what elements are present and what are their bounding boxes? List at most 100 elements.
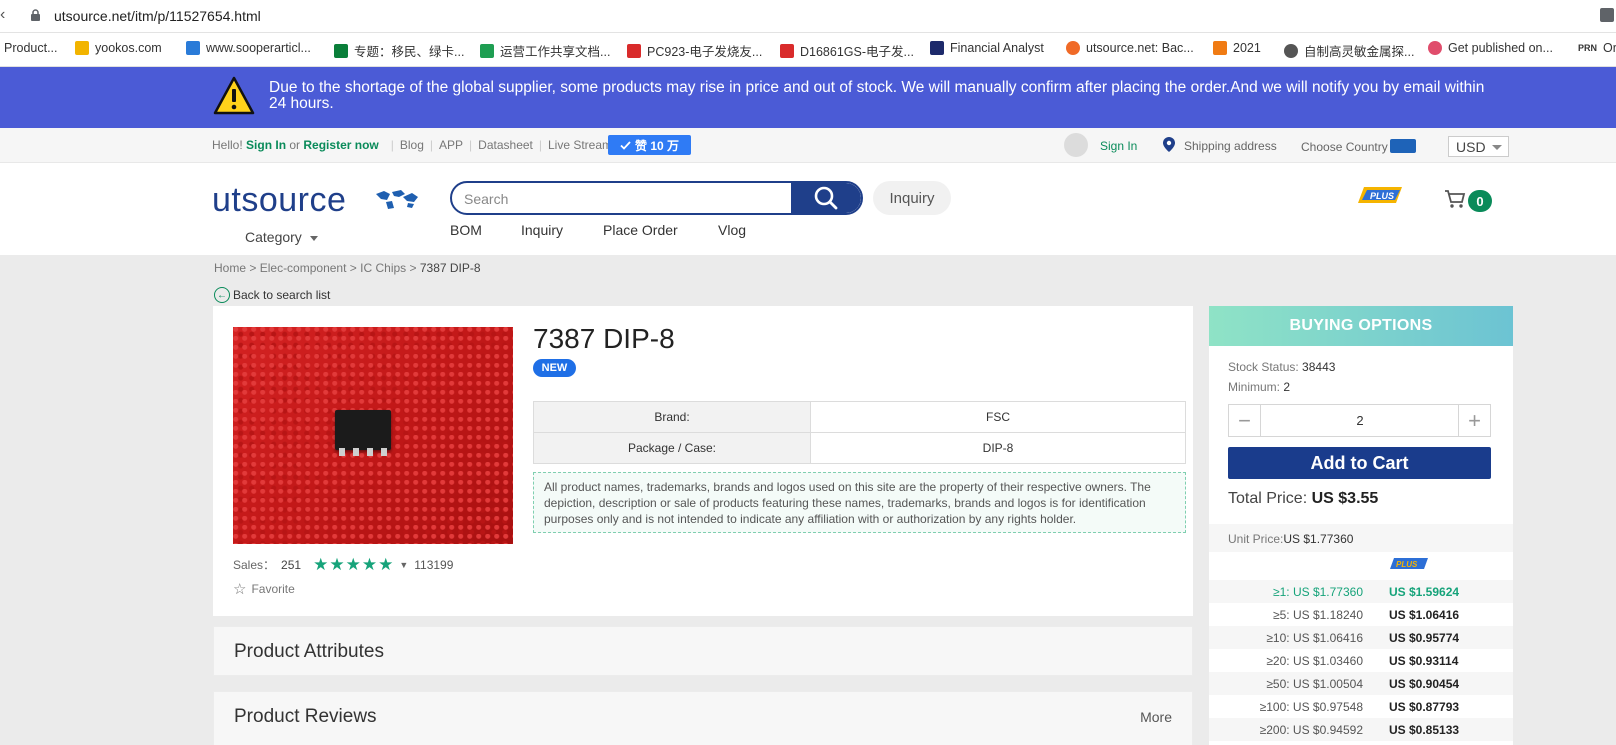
sales-label: Sales：: [233, 558, 276, 572]
sign-in-link[interactable]: Sign In: [246, 138, 286, 152]
financial-analyst-icon: [930, 41, 944, 55]
price-tier-row: ≥50: US $1.00504 US $0.90454: [1209, 672, 1513, 695]
currency-value: USD: [1456, 139, 1486, 155]
attr-value: DIP-8: [810, 432, 1186, 464]
bookmark-item[interactable]: D16861GS-电子发...: [780, 41, 914, 60]
check-icon: [620, 140, 631, 150]
world-map-icon[interactable]: [1390, 139, 1416, 153]
rating-stars[interactable]: ★ ★ ★ ★ ★: [313, 554, 394, 574]
cart-count-badge[interactable]: 0: [1468, 190, 1492, 212]
banner-message: Due to the shortage of the global suppli…: [269, 79, 1485, 112]
browser-address-bar[interactable]: ‹ utsource.net/itm/p/11527654.html: [0, 0, 1616, 33]
notice-banner: Due to the shortage of the global suppli…: [0, 67, 1616, 128]
favorite-label: Favorite: [251, 582, 295, 596]
or-text: or: [289, 138, 301, 152]
tier-plus-price: US $0.85133: [1389, 723, 1460, 737]
shopping-cart-icon[interactable]: [1444, 189, 1466, 209]
sheet-icon: [480, 43, 494, 58]
tier-plus-price: US $0.93114: [1389, 654, 1459, 668]
price-tier-row: ≥5: US $1.18240 US $1.06416: [1209, 603, 1513, 626]
star-icon: ★: [378, 554, 394, 574]
star-icon: ★: [329, 554, 345, 574]
nav-bom[interactable]: BOM: [450, 222, 482, 238]
total-price-value: US $3.55: [1311, 490, 1379, 507]
plus-membership-icon[interactable]: PLUS: [1356, 185, 1404, 205]
like-count: 赞 10 万: [634, 138, 680, 153]
register-link[interactable]: Register now: [303, 138, 378, 152]
search-input[interactable]: [464, 189, 764, 209]
browser-back-icon[interactable]: ‹: [0, 6, 5, 24]
globe-icon: [1284, 43, 1298, 58]
star-outline-icon: ☆: [233, 581, 247, 598]
bookmark-item[interactable]: 自制高灵敏金属探...: [1284, 41, 1414, 60]
yookos-icon: [75, 41, 89, 55]
breadcrumb-ic-chips[interactable]: IC Chips: [360, 261, 406, 275]
bookmark-item[interactable]: www.sooperarticl...: [186, 41, 311, 55]
bookmark-item[interactable]: Get published on...: [1428, 41, 1553, 55]
tier-plus-price: US $1.59624: [1389, 585, 1460, 599]
choose-country-link[interactable]: Choose Country: [1301, 140, 1388, 154]
inquiry-button[interactable]: Inquiry: [873, 181, 951, 215]
account-sign-in-link[interactable]: Sign In: [1100, 139, 1137, 153]
site-logo[interactable]: utsource: [212, 181, 346, 220]
elecfans-icon: [627, 43, 641, 58]
product-image[interactable]: [233, 327, 513, 544]
favorite-button[interactable]: ☆ Favorite: [233, 580, 295, 598]
sales-value: 251: [281, 557, 302, 572]
caret-down-icon: [309, 236, 318, 241]
site-header: utsource Category Inquiry BOM Inquiry Pl…: [0, 163, 1616, 255]
bookmark-item[interactable]: utsource.net: Bac...: [1066, 41, 1194, 55]
utsource-icon: [1066, 41, 1080, 55]
section-title: Product Attributes: [234, 641, 384, 662]
blog-link[interactable]: Blog: [400, 138, 424, 152]
quantity-input[interactable]: 2: [1262, 405, 1458, 436]
breadcrumb-elec-component[interactable]: Elec-component: [260, 261, 347, 275]
product-attributes-section[interactable]: Product Attributes: [213, 626, 1193, 676]
bookmark-item[interactable]: 专题：移民、绿卡...: [334, 41, 464, 60]
like-button[interactable]: 赞 10 万: [608, 135, 691, 155]
app-link[interactable]: APP: [439, 138, 463, 152]
bookmark-item[interactable]: 2021: [1213, 41, 1261, 55]
world-map-icon: [376, 190, 418, 209]
avatar-icon[interactable]: [1064, 133, 1088, 157]
nav-place-order[interactable]: Place Order: [603, 222, 678, 238]
bookmark-item[interactable]: yookos.com: [75, 41, 162, 55]
chip-pins: [339, 448, 387, 456]
translate-icon[interactable]: [1600, 8, 1614, 22]
attr-key: Brand:: [533, 401, 811, 433]
decrease-quantity-button[interactable]: −: [1229, 405, 1261, 436]
shipping-address-link[interactable]: Shipping address: [1184, 139, 1277, 153]
sooperarticles-icon: [186, 41, 200, 55]
bookmark-item[interactable]: Financial Analyst: [930, 41, 1044, 55]
bookmark-item[interactable]: 运营工作共享文档...: [480, 41, 610, 60]
breadcrumb-home[interactable]: Home: [214, 261, 246, 275]
chip-shape: [335, 410, 391, 450]
back-to-search-link[interactable]: ← Back to search list: [214, 287, 330, 303]
breadcrumb: Home > Elec-component > IC Chips > 7387 …: [214, 261, 481, 275]
tier-quantity-price: ≥200: US $0.94592: [1259, 723, 1363, 737]
bookmark-item[interactable]: PRN Or: [1578, 41, 1616, 55]
search-icon: [814, 186, 838, 210]
product-attribute-table: Brand: FSC Package / Case: DIP-8: [533, 401, 1186, 464]
bookmark-item[interactable]: PC923-电子发烧友...: [627, 41, 762, 60]
quantity-stepper: − 2 +: [1228, 404, 1491, 437]
search-box: [450, 181, 863, 215]
nav-vlog[interactable]: Vlog: [718, 222, 746, 238]
price-tier-row: ≥10: US $1.06416 US $0.95774: [1209, 626, 1513, 649]
search-button[interactable]: [791, 183, 861, 213]
add-to-cart-button[interactable]: Add to Cart: [1228, 447, 1491, 479]
datasheet-link[interactable]: Datasheet: [478, 138, 533, 152]
url-text[interactable]: utsource.net/itm/p/11527654.html: [54, 8, 261, 24]
live-stream-link[interactable]: Live Stream: [548, 138, 612, 152]
bookmark-item[interactable]: Product...: [4, 41, 58, 55]
tier-quantity-price: ≥1: US $1.77360: [1273, 585, 1363, 599]
nav-inquiry[interactable]: Inquiry: [521, 222, 563, 238]
increase-quantity-button[interactable]: +: [1458, 405, 1490, 436]
warning-icon: [213, 76, 255, 115]
caret-down-icon[interactable]: ▼: [399, 560, 408, 570]
category-dropdown[interactable]: Category: [245, 229, 318, 245]
price-tier-row: ≥1: US $1.77360 US $1.59624: [1209, 580, 1513, 603]
currency-select[interactable]: USD: [1448, 136, 1509, 157]
stock-value: 38443: [1302, 360, 1336, 374]
more-reviews-link[interactable]: More: [1140, 709, 1172, 725]
